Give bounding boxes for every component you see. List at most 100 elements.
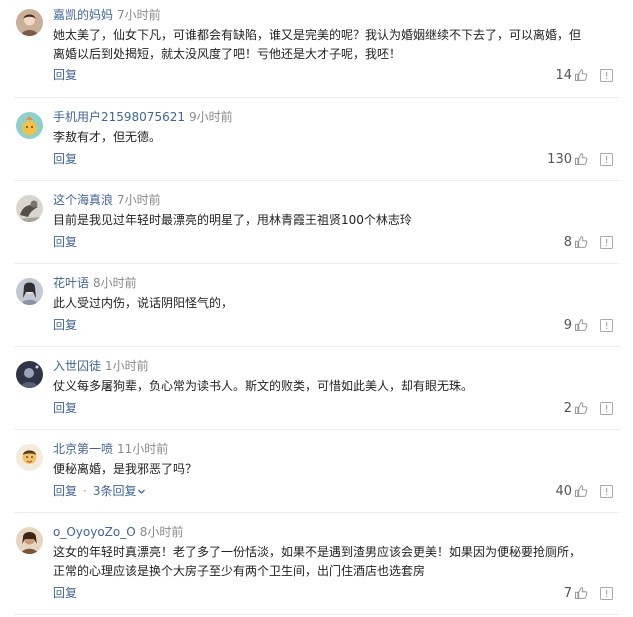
comment-meta: 这个海真浪 7小时前 xyxy=(53,192,161,208)
report-flag-icon[interactable] xyxy=(600,401,613,415)
comment-tools: 7 xyxy=(564,585,613,601)
timestamp: 7小时前 xyxy=(117,193,161,207)
avatar[interactable] xyxy=(16,361,43,388)
reply-button[interactable]: 回复 xyxy=(53,318,77,332)
comment-text: 目前是我见过年轻时最漂亮的明星了，甩林青霞王祖贤100个林志玲 xyxy=(53,211,613,230)
avatar-image xyxy=(16,361,43,388)
comment-line: 这女的年轻时真漂亮！老了多了一份恬淡，如果不是遇到渣男应该会更美！如果因为便秘要… xyxy=(53,545,582,559)
like-count: 130 xyxy=(547,151,572,167)
avatar-image xyxy=(16,444,43,471)
report-flag-icon[interactable] xyxy=(600,235,613,249)
avatar[interactable] xyxy=(16,195,43,222)
view-replies-button[interactable]: 3条回复 xyxy=(93,484,147,498)
comment-item: 手机用户21598075621 9小时前 李敖有才，但无德。 回复 130 xyxy=(0,98,633,181)
report-flag-icon[interactable] xyxy=(600,586,613,600)
comment-tools: 9 xyxy=(564,317,613,333)
comment-line: 仗义每多屠狗辈，负心常为读书人。斯文的败类，可惜如此美人，却有眼无珠。 xyxy=(53,379,474,393)
username[interactable]: 花叶语 xyxy=(53,276,89,290)
comment-line: 目前是我见过年轻时最漂亮的明星了，甩林青霞王祖贤100个林志玲 xyxy=(53,213,412,227)
comment-meta: 手机用户21598075621 9小时前 xyxy=(53,109,233,125)
reply-button[interactable]: 回复 xyxy=(53,235,77,249)
comment-actions: 回复 xyxy=(53,151,77,167)
comment-text: 仗义每多屠狗辈，负心常为读书人。斯文的败类，可惜如此美人，却有眼无珠。 xyxy=(53,377,613,396)
username[interactable]: 北京第一喷 xyxy=(53,442,113,456)
avatar[interactable] xyxy=(16,9,43,36)
comment-item: 这个海真浪 7小时前 目前是我见过年轻时最漂亮的明星了，甩林青霞王祖贤100个林志… xyxy=(0,181,633,264)
comment-tools: 8 xyxy=(564,234,613,250)
timestamp: 9小时前 xyxy=(188,110,233,124)
comment-item: o_OyoyoZo_O 8小时前 这女的年轻时真漂亮！老了多了一份恬淡，如果不是遇… xyxy=(0,513,633,615)
avatar[interactable] xyxy=(16,112,43,139)
comment-actions: 回复 xyxy=(53,67,77,83)
like-count: 8 xyxy=(563,234,572,250)
comment-actions: 回复 · 3条回复 xyxy=(53,483,146,499)
chevron-down-icon xyxy=(137,484,146,500)
avatar-image xyxy=(16,112,43,139)
comment-meta: 花叶语 8小时前 xyxy=(53,275,137,291)
comment-meta: 入世囚徒 1小时前 xyxy=(53,358,149,374)
comment-tools: 2 xyxy=(564,400,613,416)
like-count: 40 xyxy=(555,483,572,499)
comment-actions: 回复 xyxy=(53,585,77,601)
report-flag-icon[interactable] xyxy=(600,318,613,332)
avatar[interactable] xyxy=(16,278,43,305)
thumbs-up-icon[interactable] xyxy=(574,68,588,82)
username[interactable]: 嘉凯的妈妈 xyxy=(53,8,113,22)
comment-actions: 回复 xyxy=(53,234,77,250)
avatar-image xyxy=(16,527,43,554)
timestamp: 7小时前 xyxy=(117,8,161,22)
comment-line: 她太美了，仙女下凡，可谁都会有缺陷，谁又是完美的呢？我认为婚姻继续不下去了，可以… xyxy=(53,28,582,42)
comment-item: 入世囚徒 1小时前 仗义每多屠狗辈，负心常为读书人。斯文的败类，可惜如此美人，却有… xyxy=(0,347,633,430)
thumbs-up-icon[interactable] xyxy=(574,152,588,166)
username[interactable]: 入世囚徒 xyxy=(53,359,101,373)
like-count: 7 xyxy=(563,585,572,601)
comment-tools: 40 xyxy=(555,483,613,499)
comment-line: 李敖有才，但无德。 xyxy=(53,130,162,144)
comment-meta: 北京第一喷 11小时前 xyxy=(53,441,168,457)
avatar[interactable] xyxy=(16,444,43,471)
comment-list: 嘉凯的妈妈 7小时前 她太美了，仙女下凡，可谁都会有缺陷，谁又是完美的呢？我认为婚… xyxy=(0,0,633,617)
comment-tools: 14 xyxy=(555,67,613,83)
thumbs-up-icon[interactable] xyxy=(574,586,588,600)
timestamp: 8小时前 xyxy=(139,525,184,539)
avatar[interactable] xyxy=(16,527,43,554)
comment-meta: 嘉凯的妈妈 7小时前 xyxy=(53,7,161,23)
comment-item: 北京第一喷 11小时前 便秘离婚，是我邪恶了吗？ 回复 · 3条回复 40 xyxy=(0,430,633,513)
reply-button[interactable]: 回复 xyxy=(53,401,77,415)
thumbs-up-icon[interactable] xyxy=(574,235,588,249)
report-flag-icon[interactable] xyxy=(600,484,613,498)
comment-item: 花叶语 8小时前 此人受过内伤，说话阴阳怪气的， 回复 9 xyxy=(0,264,633,347)
like-count: 9 xyxy=(563,317,572,333)
divider xyxy=(14,614,619,615)
like-count: 2 xyxy=(563,400,572,416)
avatar-image xyxy=(16,278,43,305)
comment-line: 正常的心理应该是换个大房子至少有两个卫生间，出门住酒店也选套房 xyxy=(53,564,426,578)
timestamp: 8小时前 xyxy=(93,276,137,290)
separator-dot: · xyxy=(83,484,87,498)
reply-button[interactable]: 回复 xyxy=(53,586,77,600)
comment-text: 这女的年轻时真漂亮！老了多了一份恬淡，如果不是遇到渣男应该会更美！如果因为便秘要… xyxy=(53,543,613,581)
replies-count-label: 3条回复 xyxy=(92,484,137,498)
like-count: 14 xyxy=(555,67,572,83)
comment-tools: 130 xyxy=(547,151,613,167)
comment-line: 便秘离婚，是我邪恶了吗？ xyxy=(53,462,198,476)
thumbs-up-icon[interactable] xyxy=(574,318,588,332)
comment-line: 离婚以后到处揭短，就太没风度了吧！亏他还是大才子呢，我呸！ xyxy=(53,47,402,61)
thumbs-up-icon[interactable] xyxy=(574,401,588,415)
comment-text: 李敖有才，但无德。 xyxy=(53,128,613,147)
comment-text: 此人受过内伤，说话阴阳怪气的， xyxy=(53,294,613,313)
reply-button[interactable]: 回复 xyxy=(53,152,77,166)
report-flag-icon[interactable] xyxy=(600,68,613,82)
report-flag-icon[interactable] xyxy=(600,152,613,166)
reply-button[interactable]: 回复 xyxy=(53,484,77,498)
username[interactable]: 这个海真浪 xyxy=(53,193,113,207)
avatar-image xyxy=(16,195,43,222)
reply-button[interactable]: 回复 xyxy=(53,68,77,82)
timestamp: 1小时前 xyxy=(105,359,149,373)
thumbs-up-icon[interactable] xyxy=(574,484,588,498)
timestamp: 11小时前 xyxy=(117,442,169,456)
username[interactable]: 手机用户21598075621 xyxy=(53,110,185,124)
comment-item: 嘉凯的妈妈 7小时前 她太美了，仙女下凡，可谁都会有缺陷，谁又是完美的呢？我认为婚… xyxy=(0,0,633,98)
username[interactable]: o_OyoyoZo_O xyxy=(53,525,136,539)
comment-actions: 回复 xyxy=(53,317,77,333)
